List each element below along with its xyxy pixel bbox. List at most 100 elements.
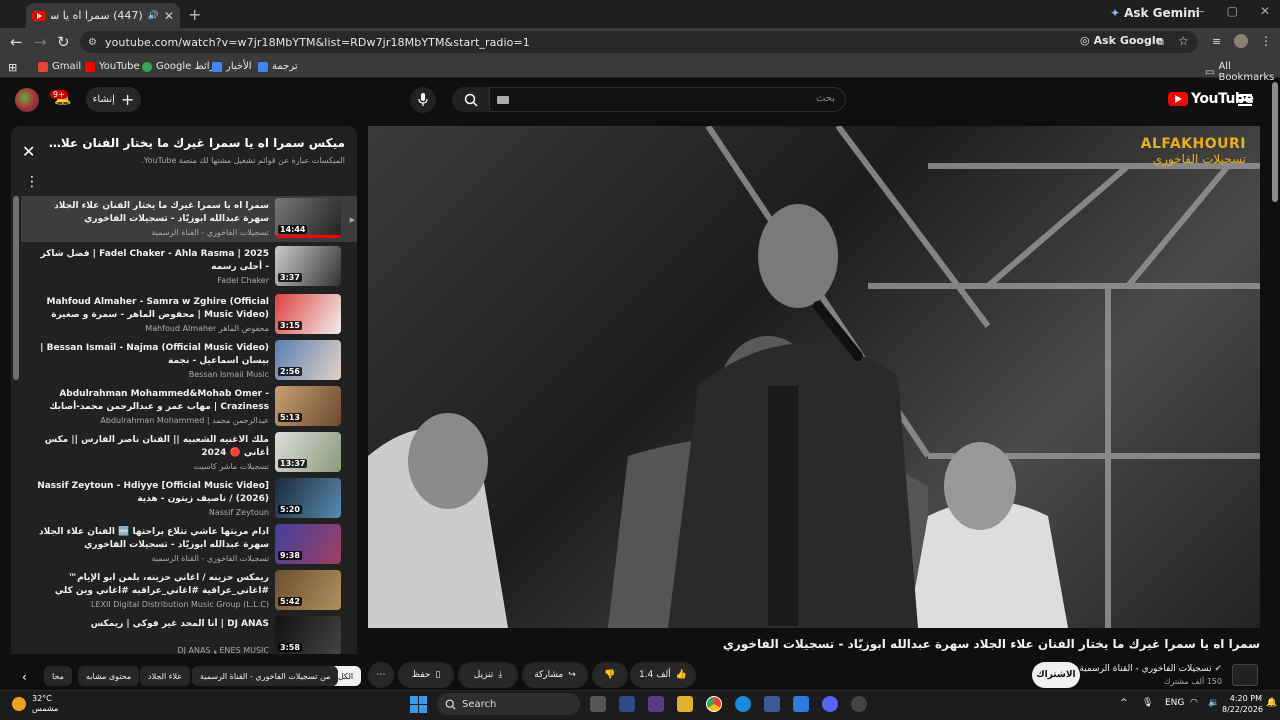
input-language[interactable]: ENG xyxy=(1165,698,1184,708)
video-title[interactable]: Mahfoud Almaher - Samra w Zghire (Offici… xyxy=(37,296,269,322)
video-thumbnail[interactable]: 5:20 xyxy=(275,478,341,518)
search-button[interactable] xyxy=(452,87,490,112)
video-title[interactable]: Nassif Zeytoun - Hdiyye [Official Music … xyxy=(37,480,269,506)
bookmark-news[interactable]: الأخبار xyxy=(212,61,252,72)
video-thumbnail[interactable]: 3:15 xyxy=(275,294,341,334)
search-input[interactable]: بحث xyxy=(489,87,846,112)
more-actions-button[interactable]: ⋯ xyxy=(368,662,394,688)
url-text[interactable]: youtube.com/watch?v=w7jr18MbYTM&list=RDw… xyxy=(105,36,530,49)
video-thumbnail[interactable]: 14:44 xyxy=(275,198,341,238)
file-explorer-icon[interactable] xyxy=(677,696,693,712)
dislike-button[interactable]: 👎 xyxy=(592,662,628,688)
page-scrollbar[interactable] xyxy=(1272,82,1278,202)
channel-avatar[interactable] xyxy=(1232,664,1258,686)
video-thumbnail[interactable]: 5:13 xyxy=(275,386,341,426)
chrome-icon[interactable] xyxy=(706,696,722,712)
video-title[interactable]: DJ ANAS | أنا المحد غير فوكي | ريمكس xyxy=(37,618,269,631)
list-item[interactable]: 3:58 DJ ANAS | أنا المحد غير فوكي | ريمك… xyxy=(21,614,357,654)
discord-icon[interactable] xyxy=(822,696,838,712)
new-tab-button[interactable]: + xyxy=(188,5,201,24)
voice-search-button[interactable] xyxy=(410,87,436,113)
maximize-icon[interactable]: ▢ xyxy=(1227,4,1238,18)
browser-menu-icon[interactable]: ⋮ xyxy=(1260,34,1272,48)
weather-widget[interactable]: 32°C مشمس xyxy=(12,694,58,714)
video-thumbnail[interactable]: 9:38 xyxy=(275,524,341,564)
keyboard-icon[interactable] xyxy=(497,96,509,104)
list-item[interactable]: 2:56 Bessan Ismail - Najma (Official Mus… xyxy=(21,338,357,384)
apps-grid-icon[interactable]: ⊞ xyxy=(8,61,17,74)
bookmark-translate[interactable]: ترجمة xyxy=(258,61,298,72)
wifi-icon[interactable]: ◠ xyxy=(1190,698,1198,708)
bookmark-youtube[interactable]: YouTube xyxy=(85,61,140,72)
list-item[interactable]: ▶ 14:44 سمرا اه يا سمرا غيرك ما يختار ال… xyxy=(21,196,357,242)
address-bar[interactable]: ⚙ youtube.com/watch?v=w7jr18MbYTM&list=R… xyxy=(80,31,1198,53)
video-title[interactable]: Fadel Chaker - Ahla Rasma | 2025 | فضل ش… xyxy=(37,248,269,274)
close-playlist-icon[interactable]: ✕ xyxy=(22,142,35,161)
media-control-icon[interactable]: ≡ xyxy=(1212,35,1221,48)
like-button[interactable]: 1.4 ألف 👍 xyxy=(630,662,696,688)
tray-chevron-icon[interactable]: ^ xyxy=(1120,698,1128,708)
forward-icon[interactable]: → xyxy=(34,33,47,51)
site-info-icon[interactable]: ⚙ xyxy=(88,37,97,48)
taskbar-search[interactable]: Search xyxy=(437,693,580,715)
account-avatar[interactable] xyxy=(15,88,39,112)
list-item[interactable]: 3:37 Fadel Chaker - Ahla Rasma | 2025 | … xyxy=(21,244,357,290)
guide-menu-icon[interactable] xyxy=(1238,94,1252,109)
video-title[interactable]: ادام مريتها عاشي تتلاع براحتها 🆕 الفنان … xyxy=(37,526,269,552)
task-view-icon[interactable] xyxy=(590,696,606,712)
close-tab-icon[interactable]: ✕ xyxy=(164,9,174,23)
channel-name-link[interactable]: ✔ تسجيلات الفاخوري - القناة الرسمية xyxy=(1079,664,1222,674)
app-icon-3[interactable] xyxy=(851,696,867,712)
video-thumbnail[interactable]: 2:56 xyxy=(275,340,341,380)
tray-mic-icon[interactable]: 🎙 xyxy=(1142,698,1153,708)
video-title[interactable]: Bessan Ismail - Najma (Official Music Vi… xyxy=(37,342,269,368)
video-thumbnail[interactable]: 5:42 xyxy=(275,570,341,610)
list-item[interactable]: 5:20 Nassif Zeytoun - Hdiyye [Official M… xyxy=(21,476,357,522)
chip-artist[interactable]: علاء الجلاد xyxy=(140,666,191,686)
chip-similar[interactable]: محتوى مشابه xyxy=(78,666,140,686)
ask-gemini-button[interactable]: ✦ Ask Gemini xyxy=(1110,6,1200,20)
list-item[interactable]: 3:15 Mahfoud Almaher - Samra w Zghire (O… xyxy=(21,292,357,338)
browser-tab[interactable]: (447) سمرا اه يا سمرا غيرك ... 🔊 ✕ xyxy=(26,3,180,28)
profile-avatar[interactable] xyxy=(1234,34,1248,48)
app-icon-1[interactable] xyxy=(619,696,635,712)
system-clock[interactable]: 4:20 PM 8/22/2026 xyxy=(1222,693,1263,715)
video-thumbnail[interactable]: 3:58 xyxy=(275,616,341,654)
install-icon[interactable]: ⧉ xyxy=(1156,35,1164,49)
chip-more[interactable]: محا xyxy=(44,666,72,686)
subscribe-button[interactable]: الاشتراك xyxy=(1032,662,1080,688)
video-title[interactable]: Abdulrahman Mohammed&Mohab Omer - Crazin… xyxy=(37,388,269,414)
audio-icon[interactable]: 🔊 xyxy=(148,11,159,21)
store-icon[interactable] xyxy=(764,696,780,712)
notification-center-icon[interactable]: 🔔 xyxy=(1266,698,1277,708)
create-button[interactable]: إنشاء + xyxy=(86,87,141,112)
mail-icon[interactable] xyxy=(793,696,809,712)
list-item[interactable]: 5:42 ريمكس حزينه / اغاني حزينه، يلمن ابو… xyxy=(21,568,357,614)
volume-icon[interactable]: 🔉 xyxy=(1208,698,1219,708)
playlist-scrollbar[interactable] xyxy=(13,196,19,380)
reload-icon[interactable]: ↻ xyxy=(57,33,70,51)
start-windows-icon[interactable] xyxy=(410,696,427,713)
close-window-icon[interactable]: ✕ xyxy=(1260,4,1270,18)
minimize-icon[interactable]: — xyxy=(1193,4,1205,18)
playlist-more-icon[interactable]: ⋮ xyxy=(25,174,39,190)
download-button[interactable]: تنزيل ⤓ xyxy=(458,662,518,688)
back-icon[interactable]: ← xyxy=(10,33,23,51)
list-item[interactable]: 5:13 Abdulrahman Mohammed&Mohab Omer - C… xyxy=(21,384,357,430)
video-player[interactable]: ALFAKHOURI تسجيلات الفاخوري xyxy=(368,126,1260,628)
chip-from-channel[interactable]: من تسجيلات الفاخوري - القناة الرسمية xyxy=(192,666,339,686)
playlist-title[interactable]: ميكس سمرا اه يا سمرا غيرك ما يختار الفنا… xyxy=(45,136,345,150)
all-bookmarks[interactable]: ▭ All Bookmarks xyxy=(1205,61,1280,83)
ask-google-button[interactable]: ◎ Ask Google xyxy=(1080,34,1163,47)
bookmark-maps[interactable]: Google خرائط xyxy=(142,61,221,72)
video-title[interactable]: سمرا اه يا سمرا غيرك ما يختار الفنان علا… xyxy=(37,200,269,226)
share-button[interactable]: مشاركة ↪ xyxy=(522,662,588,688)
video-thumbnail[interactable]: 13:37 xyxy=(275,432,341,472)
video-title[interactable]: ملك الاغنيه الشعبيه || الفنان ناصر الفار… xyxy=(37,434,269,460)
list-item[interactable]: 9:38 ادام مريتها عاشي تتلاع براحتها 🆕 ال… xyxy=(21,522,357,568)
video-title[interactable]: ريمكس حزينه / اغاني حزينه، يلمن ابو الإي… xyxy=(37,572,269,598)
edge-icon[interactable] xyxy=(735,696,751,712)
app-icon-2[interactable] xyxy=(648,696,664,712)
bookmark-star-icon[interactable]: ☆ xyxy=(1178,34,1189,48)
video-thumbnail[interactable]: 3:37 xyxy=(275,246,341,286)
